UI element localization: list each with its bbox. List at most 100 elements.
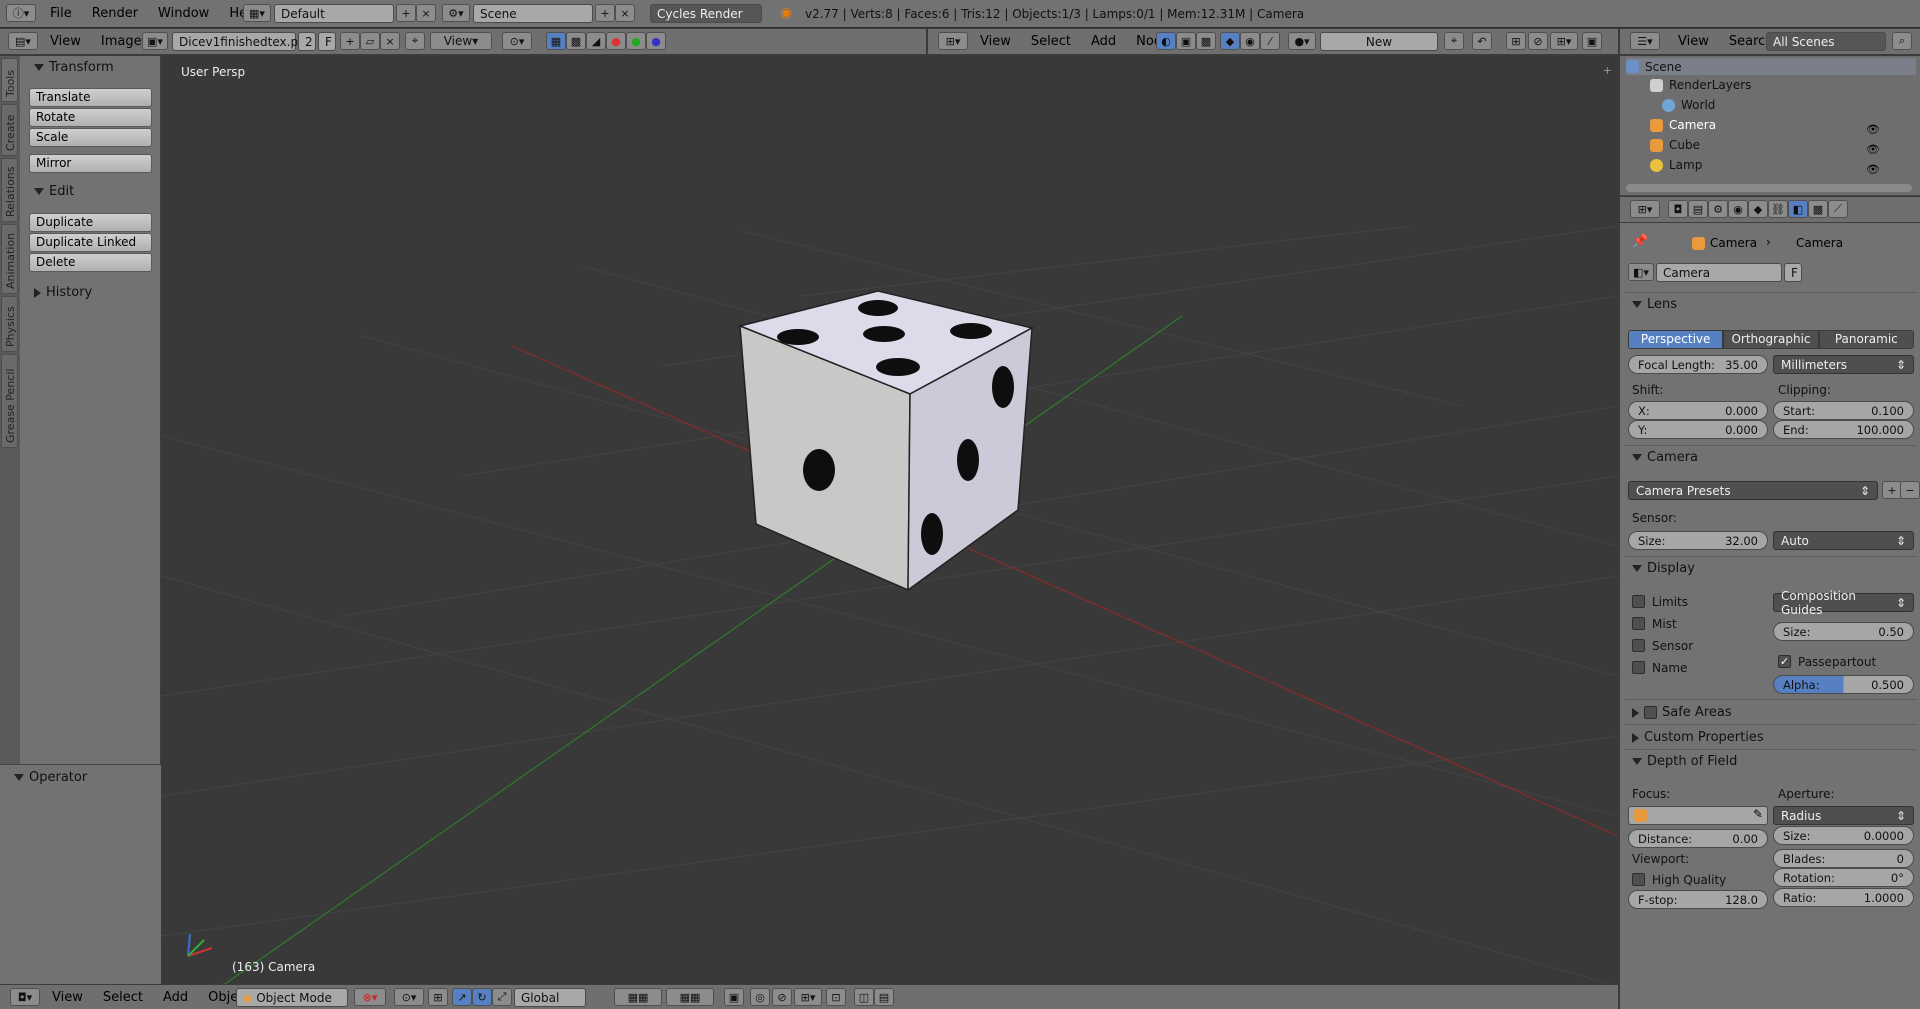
camera-panel-title[interactable]: Camera — [1632, 450, 1698, 465]
outliner-item-lamp[interactable]: Lamp — [1650, 158, 1702, 172]
outliner-menu-view[interactable]: View — [1668, 34, 1719, 49]
pin-properties-icon[interactable]: 📌 — [1632, 234, 1648, 249]
display-panel-title[interactable]: Display — [1632, 561, 1695, 576]
viewport-3d[interactable]: User Persp (163) Camera + — [162, 56, 1618, 986]
world-tab-icon[interactable]: ◉ — [1728, 200, 1748, 218]
scale-button[interactable]: Scale — [29, 128, 152, 147]
translate-button[interactable]: Translate — [29, 88, 152, 107]
outliner-item-world[interactable]: World — [1662, 98, 1715, 112]
manipulator-icon[interactable]: ⊞ — [428, 988, 448, 1006]
physics-tab-icon[interactable]: ⟋ — [1828, 200, 1848, 218]
blue-channel-icon[interactable]: ● — [646, 32, 666, 50]
snap-element-icon[interactable]: ⊞▾ — [794, 988, 822, 1006]
transform-panel-title[interactable]: Transform — [34, 60, 114, 75]
shift-x-field[interactable]: X: 0.000 — [1628, 401, 1768, 420]
object-shader-icon[interactable]: ◆ — [1220, 32, 1240, 50]
scene-icon[interactable]: ⚙▾ — [442, 4, 470, 22]
bottom-menu-view[interactable]: View — [42, 990, 93, 1005]
outliner-scrollbar[interactable] — [1626, 184, 1912, 192]
image-close-icon[interactable]: × — [380, 32, 400, 50]
outliner-item-renderlayers[interactable]: RenderLayers — [1650, 78, 1751, 92]
pivot-point-icon[interactable]: ⊙▾ — [394, 988, 424, 1006]
operator-panel-title[interactable]: Operator — [14, 770, 87, 785]
shift-y-field[interactable]: Y: 0.000 — [1628, 420, 1768, 439]
outliner-item-camera[interactable]: Camera — [1650, 118, 1716, 132]
passepartout-checkbox[interactable]: ✓ — [1778, 655, 1791, 668]
lock-camera-icon[interactable]: ▣ — [724, 988, 744, 1006]
scene-tab-icon[interactable]: ⚙ — [1708, 200, 1728, 218]
clip-start-field[interactable]: Start: 0.100 — [1773, 401, 1914, 420]
snap-target-icon[interactable]: ⊞▾ — [1550, 32, 1578, 50]
render-anim-icon[interactable]: ▤ — [874, 988, 894, 1006]
lens-unit-select[interactable]: Millimeters ⇕ — [1773, 355, 1914, 374]
snap-toggle-icon[interactable]: ⊘ — [772, 988, 792, 1006]
layout-add-icon[interactable]: + — [396, 4, 416, 22]
custom-properties-panel-title[interactable]: Custom Properties — [1632, 730, 1764, 745]
menu-render[interactable]: Render — [82, 6, 148, 21]
shader-type-icon[interactable]: ◐ — [1156, 32, 1176, 50]
sensor-size-field[interactable]: Size: 32.00 — [1628, 531, 1768, 550]
properties-type-icon[interactable]: ⊞▾ — [1630, 200, 1660, 218]
aperture-size-field[interactable]: Size: 0.0000 — [1773, 826, 1914, 845]
ratio-field[interactable]: Ratio: 1.0000 — [1773, 888, 1914, 907]
high-quality-checkbox[interactable] — [1632, 873, 1645, 886]
clip-end-field[interactable]: End: 100.000 — [1773, 420, 1914, 439]
layers-grid-1-icon[interactable]: ▦▦ — [614, 988, 662, 1006]
composition-guides-select[interactable]: Composition Guides ⇕ — [1773, 589, 1914, 617]
alpha-field[interactable]: Alpha: 0.500 — [1773, 675, 1914, 694]
snap-icon[interactable]: ⊞ — [1506, 32, 1526, 50]
bottom-menu-add[interactable]: Add — [153, 990, 198, 1005]
tab-panoramic[interactable]: Panoramic — [1818, 330, 1914, 349]
render-tab-icon[interactable]: ◘ — [1668, 200, 1688, 218]
world-shader-icon[interactable]: ◉ — [1240, 32, 1260, 50]
camera-data-name-field[interactable]: Camera — [1656, 263, 1782, 282]
layout-remove-icon[interactable]: × — [416, 4, 436, 22]
translate-manipulator-icon[interactable]: ↗ — [452, 988, 472, 1006]
tab-animation[interactable]: Animation — [1, 224, 18, 294]
fstop-field[interactable]: F-stop: 128.0 — [1628, 890, 1768, 909]
node-menu-add[interactable]: Add — [1081, 34, 1126, 49]
rotate-button[interactable]: Rotate — [29, 108, 152, 127]
scene-add-icon[interactable]: + — [595, 4, 615, 22]
node-menu-view[interactable]: View — [970, 34, 1021, 49]
image-browse-icon[interactable]: ▣▾ — [142, 32, 168, 50]
pin-icon[interactable]: ⌖ — [405, 32, 425, 50]
preset-add-icon[interactable]: + — [1882, 481, 1902, 499]
duplicate-button[interactable]: Duplicate — [29, 213, 152, 232]
outliner-item-scene[interactable]: Scene — [1626, 58, 1916, 75]
dof-panel-title[interactable]: Depth of Field — [1632, 754, 1737, 769]
visibility-eye-icon[interactable]: 👁 👁 👁 — [1866, 120, 1880, 180]
green-channel-icon[interactable]: ● — [626, 32, 646, 50]
texture-type-icon[interactable]: ▩ — [1196, 32, 1216, 50]
red-channel-icon[interactable]: ● — [606, 32, 626, 50]
image-name-field[interactable]: Dicev1finishedtex.p... — [172, 32, 310, 51]
focal-length-field[interactable]: Focal Length: 35.00 — [1628, 355, 1768, 374]
mist-checkbox[interactable] — [1632, 617, 1645, 630]
layers-tab-icon[interactable]: ▤ — [1688, 200, 1708, 218]
display-size-field[interactable]: Size: 0.50 — [1773, 622, 1914, 641]
material-browse-icon[interactable]: ●▾ — [1288, 32, 1316, 50]
bottom-menu-select[interactable]: Select — [93, 990, 153, 1005]
aperture-type-select[interactable]: Radius ⇕ — [1773, 806, 1914, 825]
image-users[interactable]: 2 — [298, 32, 316, 51]
constraints-tab-icon[interactable]: ⛓ — [1768, 200, 1788, 218]
layout-icon[interactable]: ▦▾ — [243, 4, 271, 22]
outliner-type-icon[interactable]: ☰▾ — [1630, 32, 1660, 50]
compositor-type-icon[interactable]: ▣ — [1176, 32, 1196, 50]
data-tab-icon[interactable]: ◧ — [1788, 200, 1808, 218]
backdrop-icon[interactable]: ▣ — [1582, 32, 1602, 50]
tab-create[interactable]: Create — [1, 104, 18, 156]
tab-orthographic[interactable]: Orthographic — [1723, 330, 1819, 349]
snap-mode-icon[interactable]: ⊘ — [1528, 32, 1548, 50]
scene-remove-icon[interactable]: × — [615, 4, 635, 22]
pivot-icon[interactable]: ⊙▾ — [502, 32, 532, 50]
sensor-checkbox[interactable] — [1632, 639, 1645, 652]
linestyle-shader-icon[interactable]: ⁄ — [1260, 32, 1280, 50]
camera-presets-select[interactable]: Camera Presets ⇕ — [1628, 481, 1878, 500]
image-fake-user[interactable]: F — [318, 32, 336, 51]
viewport-corner-plus-icon[interactable]: + — [1603, 64, 1612, 77]
safe-areas-checkbox[interactable] — [1644, 706, 1657, 719]
eyedropper-icon[interactable]: ✎ — [1753, 807, 1763, 821]
history-panel-title[interactable]: History — [34, 285, 92, 300]
texture-tab-icon[interactable]: ▩ — [1808, 200, 1828, 218]
